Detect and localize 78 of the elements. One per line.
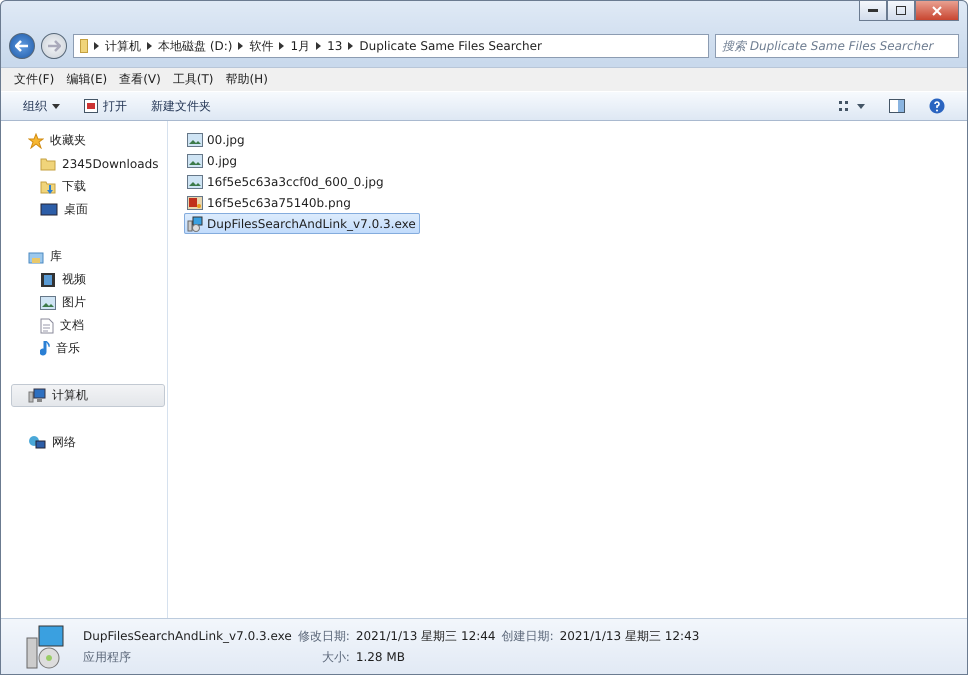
chevron-right-icon (348, 42, 354, 50)
image-file-icon (187, 196, 203, 210)
arrow-left-icon (15, 40, 29, 52)
sidebar-item[interactable]: 2345Downloads (11, 152, 165, 175)
document-icon (40, 318, 54, 334)
created-date: 2021/1/13 星期三 12:43 (560, 628, 700, 644)
sidebar-item[interactable]: 网络 (11, 431, 165, 454)
image-icon (187, 154, 203, 168)
minimize-icon (868, 9, 878, 12)
breadcrumb[interactable]: 本地磁盘 (D:) (158, 38, 232, 54)
chevron-right-icon (316, 42, 322, 50)
close-button[interactable] (915, 1, 959, 21)
file-item[interactable]: 00.jpg (184, 129, 249, 150)
forward-button[interactable] (41, 33, 67, 59)
search-field[interactable]: 搜索 Duplicate Same Files Searcher (715, 34, 959, 58)
chevron-right-icon (147, 42, 152, 50)
address-bar[interactable]: 计算机 本地磁盘 (D:) 软件 1月 13 Duplicate Same Files Searcher (73, 34, 709, 58)
sidebar-item[interactable]: 文档 (11, 314, 165, 337)
file-item[interactable]: DupFilesSearchAndLink_v7.0.3.exe (184, 213, 420, 234)
sidebar-item[interactable]: 下载 (11, 175, 165, 198)
toolbar-button[interactable]: 打开 (76, 94, 135, 118)
back-button[interactable] (9, 33, 35, 59)
breadcrumb[interactable]: 软件 (249, 38, 274, 54)
arrow-right-icon (47, 40, 61, 52)
maximize-button[interactable] (887, 1, 915, 21)
view-grid-icon (839, 100, 865, 112)
film-icon (40, 272, 56, 288)
sidebar-item[interactable]: 库 (11, 245, 165, 268)
open-icon (84, 99, 98, 113)
minimize-button[interactable] (859, 1, 887, 21)
modified-date: 2021/1/13 星期三 12:44 (356, 628, 496, 644)
installer-icon (187, 216, 203, 232)
sidebar-item[interactable]: 图片 (11, 291, 165, 314)
network-icon (28, 434, 46, 450)
star-icon (28, 132, 44, 148)
pane-icon (889, 99, 905, 113)
music-note-icon (40, 340, 50, 356)
menu-item[interactable]: 工具(T) (168, 69, 218, 90)
file-item[interactable]: 16f5e5c63a75140b.png (184, 192, 355, 213)
created-label: 创建日期: (502, 628, 554, 644)
image-icon (187, 174, 203, 188)
menu-item[interactable]: 文件(F) (9, 69, 60, 90)
file-type: 应用程序 (83, 648, 132, 666)
breadcrumb[interactable]: Duplicate Same Files Searcher (359, 39, 542, 53)
image-icon (187, 132, 203, 146)
computer-icon (28, 388, 46, 404)
maximize-icon (896, 6, 906, 15)
breadcrumb[interactable]: 1月 (290, 38, 310, 54)
menu-item[interactable]: 查看(V) (114, 69, 166, 90)
installer-icon (25, 624, 65, 670)
breadcrumb[interactable]: 13 (327, 39, 342, 53)
chevron-right-icon (279, 42, 284, 50)
folder-icon (40, 156, 56, 172)
menu-item[interactable]: 帮助(H) (220, 69, 273, 90)
monitor-icon (40, 202, 58, 216)
file-item[interactable]: 0.jpg (184, 150, 242, 171)
sidebar-item[interactable]: 桌面 (11, 198, 165, 221)
folder-icon (80, 39, 88, 53)
file-name: DupFilesSearchAndLink_v7.0.3.exe (83, 629, 292, 643)
help-icon (929, 98, 945, 114)
sidebar-item[interactable]: 视频 (11, 268, 165, 291)
image-icon (40, 296, 56, 310)
breadcrumb[interactable]: 计算机 (105, 38, 141, 54)
toolbar-button[interactable]: 新建文件夹 (143, 94, 219, 118)
file-size: 1.28 MB (356, 650, 406, 664)
close-icon (932, 6, 942, 16)
toolbar-button[interactable]: 组织 (15, 94, 68, 118)
chevron-right-icon (94, 42, 99, 50)
size-label: 大小: (320, 648, 350, 666)
sidebar-item[interactable]: 音乐 (11, 337, 165, 360)
sidebar-item[interactable]: 收藏夹 (11, 129, 165, 152)
sidebar-item[interactable]: 计算机 (11, 384, 165, 407)
caret-icon (52, 104, 60, 108)
chevron-right-icon (238, 42, 244, 50)
menu-item[interactable]: 编辑(E) (61, 69, 112, 90)
file-item[interactable]: 16f5e5c63a3ccf0d_600_0.jpg (184, 171, 388, 192)
download-folder-icon (40, 178, 56, 194)
modified-label: 修改日期: (298, 628, 350, 644)
